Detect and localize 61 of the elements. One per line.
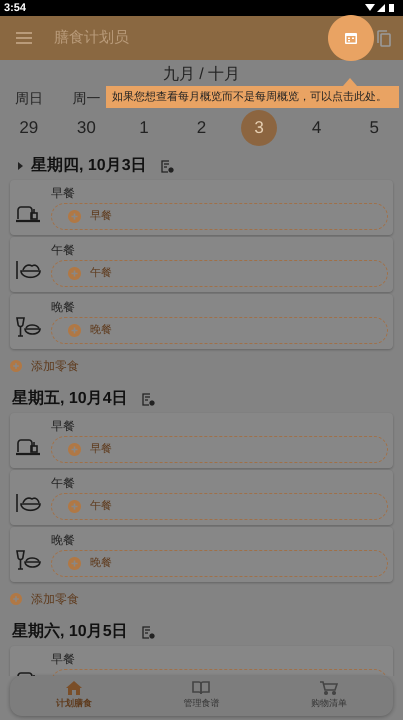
wine-and-dish-icon	[15, 548, 41, 570]
nav-tab[interactable]: 管理食谱	[138, 676, 266, 716]
meal-placeholder: 午餐	[90, 266, 112, 282]
plus-icon	[10, 593, 22, 605]
day-title: 星期五, 10月4日	[12, 388, 128, 409]
date-button[interactable]: 5	[356, 110, 392, 146]
meal-label: 早餐	[51, 418, 76, 434]
meal-label: 早餐	[51, 651, 76, 667]
caret-icon[interactable]	[18, 162, 23, 170]
add-meal-field[interactable]: 晚餐	[51, 317, 388, 344]
meal-placeholder: 午餐	[90, 499, 112, 514]
plus-icon	[10, 360, 22, 372]
book-icon	[192, 681, 210, 696]
add-meal-field[interactable]: 早餐	[51, 436, 388, 463]
nav-tab[interactable]: 购物清单	[265, 676, 393, 716]
add-meal-field[interactable]: 午餐	[51, 493, 388, 520]
plus-icon	[68, 500, 81, 513]
date-button[interactable]: 1	[126, 110, 162, 146]
meal-placeholder: 晚餐	[90, 323, 112, 338]
date-button[interactable]: 29	[10, 110, 47, 146]
weekday-label: 周日	[14, 89, 43, 108]
meal-label: 晚餐	[51, 532, 76, 548]
plus-icon	[68, 210, 81, 223]
weekday-label: 周一	[72, 89, 100, 108]
note-icon[interactable]	[160, 160, 174, 172]
calendar-button[interactable]	[328, 15, 374, 61]
meal-placeholder: 早餐	[90, 209, 112, 224]
salad-bowl-icon	[15, 258, 41, 280]
meal-label: 午餐	[51, 475, 76, 491]
calendar-icon	[345, 32, 357, 44]
month-title: 九月 / 十月	[162, 66, 240, 84]
salad-bowl-icon	[15, 492, 41, 514]
wine-and-dish-icon	[15, 316, 41, 338]
plus-icon	[68, 267, 81, 280]
note-icon[interactable]	[142, 626, 155, 638]
meal-label: 早餐	[51, 185, 76, 201]
date-button[interactable]: 3	[241, 110, 278, 146]
meal-placeholder: 早餐	[90, 442, 112, 458]
meal-label: 晚餐	[51, 299, 76, 315]
day-title: 星期六, 10月5日	[12, 621, 128, 642]
cart-icon	[320, 681, 338, 696]
note-icon[interactable]	[142, 392, 155, 406]
meal-label: 午餐	[51, 242, 76, 258]
add-meal-field[interactable]: 早餐	[51, 203, 388, 230]
plus-icon	[68, 443, 81, 456]
date-button[interactable]: 2	[183, 110, 220, 146]
plus-icon	[68, 324, 81, 337]
date-button[interactable]: 30	[68, 110, 104, 146]
app-title: 膳食计划员	[54, 28, 129, 48]
meal-placeholder: 晚餐	[90, 556, 112, 572]
date-button[interactable]: 4	[298, 110, 335, 146]
add-meal-field[interactable]: 午餐	[51, 260, 388, 287]
tooltip-text: 如果您想查看每月概览而不是每周概览，可以点击此处。	[112, 90, 387, 105]
home-icon	[66, 681, 82, 696]
add-snack-button[interactable]: 添加零食	[10, 588, 79, 610]
add-meal-field[interactable]: 晚餐	[51, 550, 388, 577]
nav-tab[interactable]: 计划膳食	[10, 676, 138, 716]
plus-icon	[68, 557, 81, 570]
status-time: 3:54	[4, 0, 26, 16]
add-snack-button[interactable]: 添加零食	[10, 355, 79, 377]
day-title: 星期四, 10月3日	[31, 156, 147, 176]
